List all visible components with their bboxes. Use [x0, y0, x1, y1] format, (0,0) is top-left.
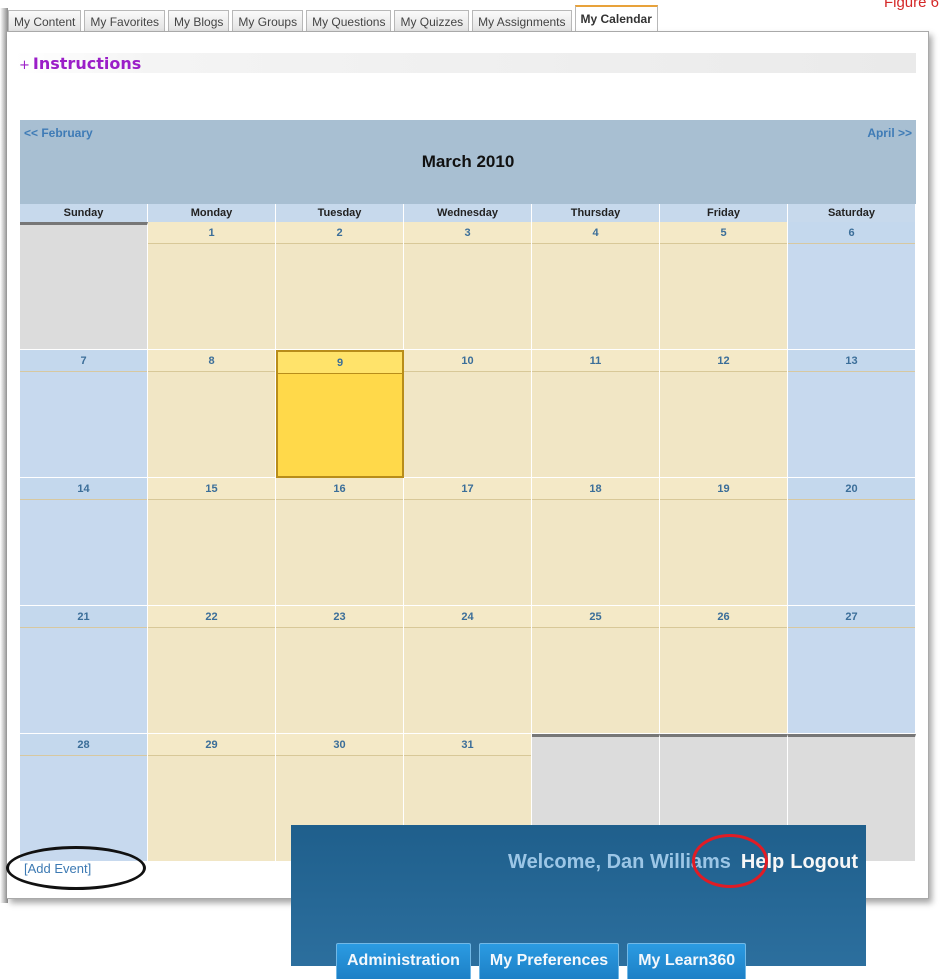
annotation-circle — [692, 834, 768, 888]
calendar-day[interactable]: 7 — [20, 350, 148, 478]
day-number[interactable]: 23 — [276, 606, 403, 628]
calendar-day[interactable]: 12 — [660, 350, 788, 478]
welcome-panel: Welcome, Dan Williams Help Logout Administ… — [291, 825, 866, 979]
day-number[interactable]: 6 — [788, 222, 915, 244]
my-preferences-button[interactable]: My Preferences — [478, 943, 620, 979]
calendar-day[interactable]: 28 — [20, 734, 148, 862]
day-header-thursday: Thursday — [532, 204, 660, 222]
add-event-link[interactable]: [Add Event] — [24, 861, 91, 876]
tab-my-groups[interactable]: My Groups — [232, 10, 304, 32]
previous-month-link[interactable]: << February — [24, 126, 93, 140]
calendar-day[interactable]: 16 — [276, 478, 404, 606]
day-number[interactable]: 1 — [148, 222, 275, 244]
calendar-day[interactable]: 27 — [788, 606, 916, 734]
day-number[interactable]: 18 — [532, 478, 659, 500]
calendar-day[interactable]: 4 — [532, 222, 660, 350]
my-learn360-button[interactable]: My Learn360 — [627, 943, 747, 979]
tab-bar: My Content My Favorites My Blogs My Groups M… — [8, 5, 661, 32]
tab-my-quizzes[interactable]: My Quizzes — [394, 10, 470, 32]
calendar-day[interactable]: 5 — [660, 222, 788, 350]
day-number[interactable]: 15 — [148, 478, 275, 500]
calendar-day[interactable]: 26 — [660, 606, 788, 734]
logout-link[interactable]: Logout — [790, 851, 858, 873]
calendar-day[interactable]: 14 — [20, 478, 148, 606]
calendar-day[interactable]: 29 — [148, 734, 276, 862]
day-number[interactable]: 4 — [532, 222, 659, 244]
panel-button-row: Administration My Preferences My Learn360 — [336, 943, 747, 979]
calendar-day[interactable]: 1 — [148, 222, 276, 350]
day-header-wednesday: Wednesday — [404, 204, 532, 222]
calendar-day-today[interactable]: 9 — [276, 350, 404, 478]
day-header-monday: Monday — [148, 204, 276, 222]
day-number[interactable]: 14 — [20, 478, 147, 500]
calendar-day[interactable]: 22 — [148, 606, 276, 734]
tab-my-content[interactable]: My Content — [8, 10, 82, 32]
day-number[interactable]: 28 — [20, 734, 147, 756]
day-number[interactable]: 12 — [660, 350, 787, 372]
calendar-day[interactable]: 20 — [788, 478, 916, 606]
instructions-label[interactable]: Instructions — [33, 54, 141, 73]
day-number[interactable]: 13 — [788, 350, 915, 372]
tab-my-favorites[interactable]: My Favorites — [84, 10, 166, 32]
calendar-day[interactable]: 24 — [404, 606, 532, 734]
day-number[interactable]: 22 — [148, 606, 275, 628]
day-number[interactable]: 29 — [148, 734, 275, 756]
day-number[interactable]: 30 — [276, 734, 403, 756]
day-number[interactable]: 31 — [404, 734, 531, 756]
calendar-day[interactable]: 8 — [148, 350, 276, 478]
instructions-toggle[interactable]: + Instructions — [19, 54, 141, 73]
day-header-row: Sunday Monday Tuesday Wednesday Thursday Frid… — [20, 204, 916, 222]
day-number[interactable]: 10 — [404, 350, 531, 372]
day-number[interactable]: 3 — [404, 222, 531, 244]
calendar-day[interactable]: 17 — [404, 478, 532, 606]
tab-my-blogs[interactable]: My Blogs — [168, 10, 230, 32]
day-header-sunday: Sunday — [20, 204, 148, 222]
day-number[interactable]: 9 — [278, 352, 402, 374]
welcome-bar: Welcome, Dan Williams Help Logout — [291, 851, 858, 874]
calendar-day[interactable]: 2 — [276, 222, 404, 350]
day-number[interactable]: 19 — [660, 478, 787, 500]
calendar-header: << February April >> March 2010 — [20, 120, 916, 204]
calendar-day[interactable]: 13 — [788, 350, 916, 478]
day-number[interactable]: 7 — [20, 350, 147, 372]
calendar-day[interactable]: 21 — [20, 606, 148, 734]
calendar-day[interactable]: 10 — [404, 350, 532, 478]
day-number[interactable]: 16 — [276, 478, 403, 500]
day-number[interactable]: 20 — [788, 478, 915, 500]
next-month-link[interactable]: April >> — [867, 126, 912, 140]
day-number[interactable]: 17 — [404, 478, 531, 500]
calendar-empty-cell — [20, 222, 148, 350]
calendar-day[interactable]: 11 — [532, 350, 660, 478]
day-number[interactable]: 2 — [276, 222, 403, 244]
day-number[interactable]: 25 — [532, 606, 659, 628]
figure-label: Figure 6 — [883, 0, 939, 11]
calendar-day[interactable]: 25 — [532, 606, 660, 734]
day-number[interactable]: 27 — [788, 606, 915, 628]
day-number[interactable]: 11 — [532, 350, 659, 372]
expand-icon[interactable]: + — [19, 58, 30, 73]
day-number[interactable]: 24 — [404, 606, 531, 628]
calendar-day[interactable]: 19 — [660, 478, 788, 606]
day-header-friday: Friday — [660, 204, 788, 222]
calendar-title: March 2010 — [421, 152, 515, 171]
calendar-day[interactable]: 15 — [148, 478, 276, 606]
tab-my-calendar[interactable]: My Calendar — [574, 5, 658, 32]
tab-my-assignments[interactable]: My Assignments — [472, 10, 572, 32]
calendar-day[interactable]: 6 — [788, 222, 916, 350]
day-number[interactable]: 21 — [20, 606, 147, 628]
day-header-saturday: Saturday — [788, 204, 916, 222]
day-number[interactable]: 8 — [148, 350, 275, 372]
instructions-bar[interactable]: + Instructions — [15, 53, 916, 73]
calendar-day[interactable]: 23 — [276, 606, 404, 734]
calendar-day[interactable]: 3 — [404, 222, 532, 350]
day-header-tuesday: Tuesday — [276, 204, 404, 222]
administration-button[interactable]: Administration — [336, 943, 471, 979]
day-number[interactable]: 26 — [660, 606, 787, 628]
day-number[interactable]: 5 — [660, 222, 787, 244]
calendar-day[interactable]: 18 — [532, 478, 660, 606]
tab-my-questions[interactable]: My Questions — [306, 10, 392, 32]
